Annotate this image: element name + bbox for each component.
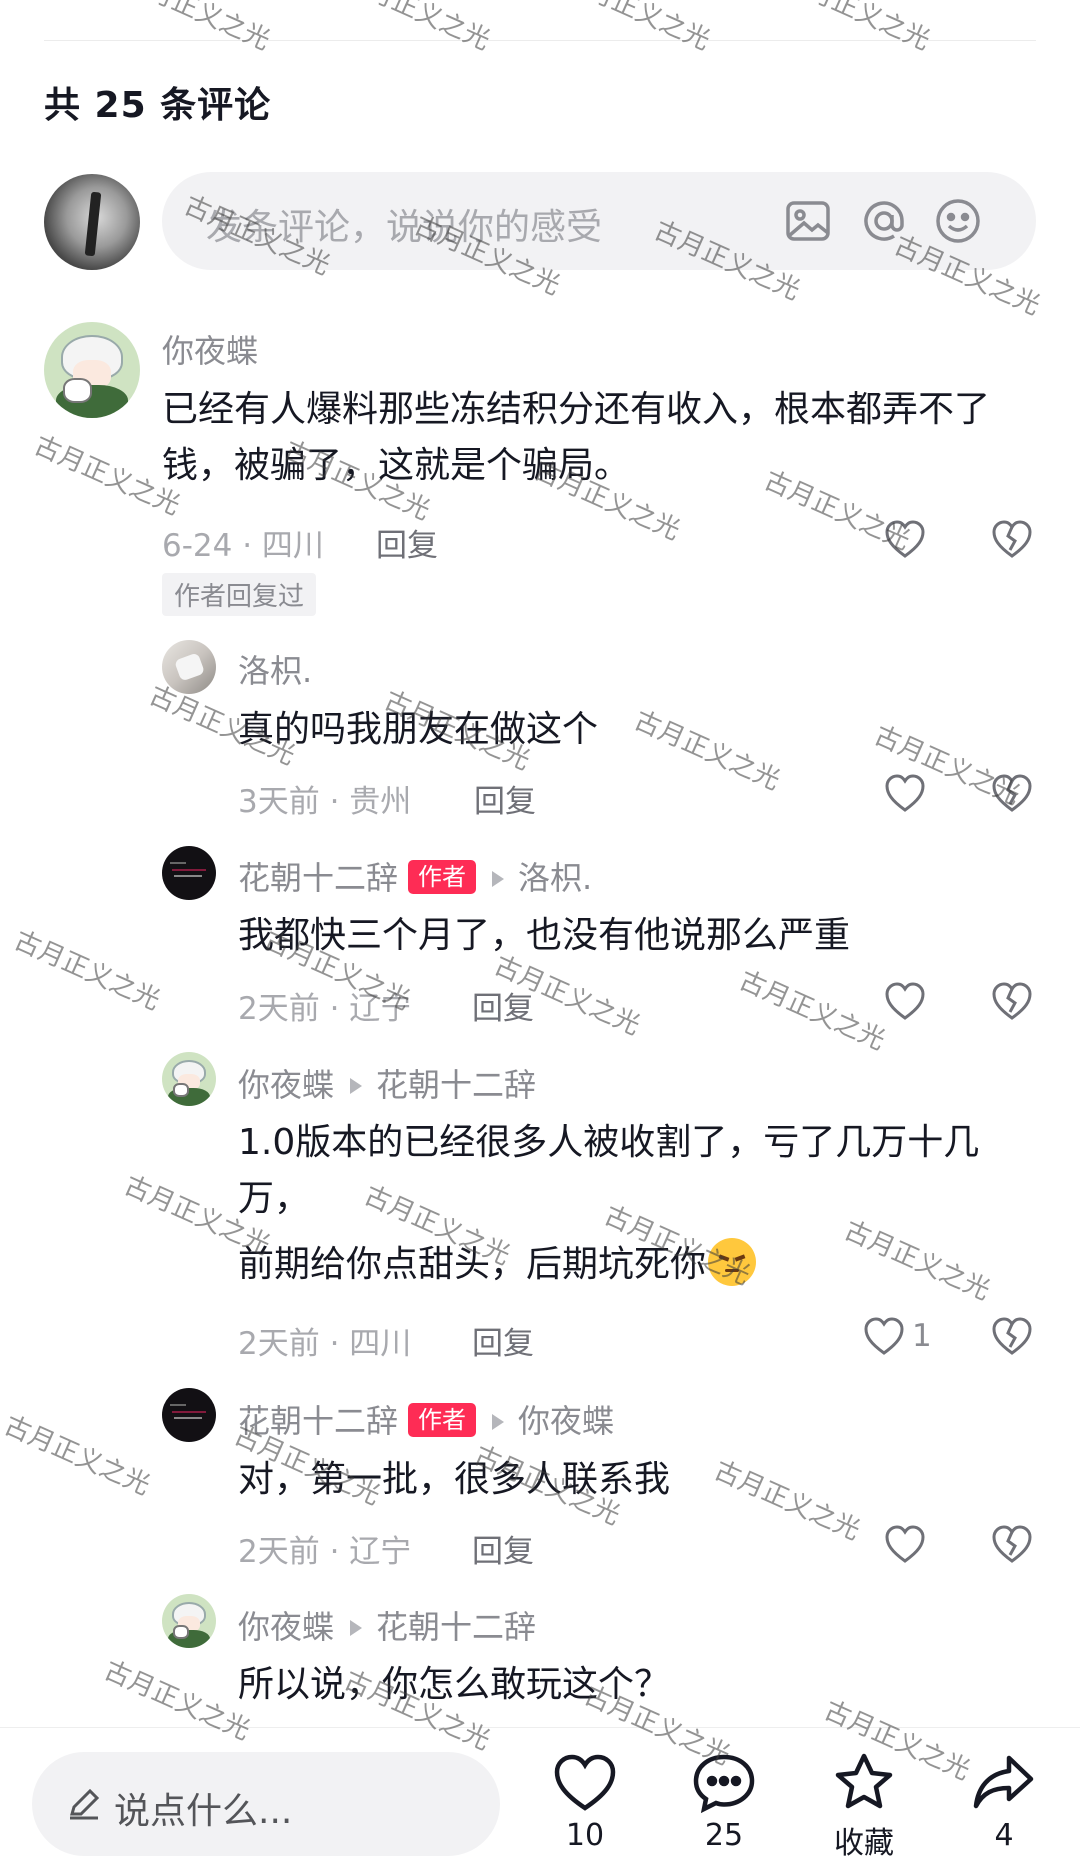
reply-to-username[interactable]: 花朝十二辞 [376,1066,536,1104]
reply-meta: 2天前 · 四川 [238,1326,412,1362]
reply-text: 对，第一批，很多人联系我 [238,1459,671,1500]
user-avatar[interactable] [162,1388,216,1442]
angry-face-emoji-icon [708,1238,757,1286]
user-avatar[interactable] [162,846,216,900]
favorite-label: 收藏 [834,1826,894,1861]
mention-icon[interactable] [858,195,910,247]
comment-input-placeholder: 发条评论，说说你的感受 [206,207,603,248]
reply-username-line: 你夜蝶 花朝十二辞 [238,1602,536,1648]
reply-button[interactable]: 回复 [472,1318,534,1363]
reply-button[interactable]: 回复 [472,1526,534,1571]
reply-to-username[interactable]: 花朝十二辞 [376,1608,536,1646]
dislike-broken-heart-icon[interactable] [990,518,1034,560]
reply-text-segment: 前期给你点甜头，后期坑死你 [238,1244,707,1285]
comment-text: 已经有人爆料那些冻结积分还有收入，根本都弄不了钱，被骗了，这就是个骗局。 [162,389,991,486]
reply-to-username[interactable]: 你夜蝶 [518,1402,614,1440]
favorite-action[interactable]: 收藏 [814,1752,914,1862]
like-count: 1 [912,1318,932,1354]
like-heart-icon[interactable] [883,1523,927,1565]
user-avatar[interactable] [44,322,140,418]
like-heart-icon[interactable] [883,518,927,560]
watermark: 古月正义之光 [0,1410,155,1502]
comment-input[interactable]: 发条评论，说说你的感受 [162,172,1036,270]
comment-count: 25 [704,1818,744,1853]
reply-meta: 3天前 · 贵州 [238,784,412,820]
star-icon [835,1753,893,1809]
pencil-icon [70,1788,100,1820]
like-heart-icon[interactable] [883,980,927,1022]
dislike-broken-heart-icon[interactable] [990,1315,1034,1357]
reply-username-line: 花朝十二辞 作者 洛枳. [238,853,592,899]
reply-to-arrow-icon [492,1413,505,1430]
comment-count-title: 共 25 条评论 [44,85,272,126]
like-heart-icon[interactable] [883,772,927,814]
reply-text: 1.0版本的已经很多人被收割了，亏了几万十几 万， 前期给你点甜头，后期坑死你 [238,1115,1058,1293]
reply-text-line: 1.0版本的已经很多人被收割了，亏了几万十几 [238,1122,980,1163]
reply-username[interactable]: 花朝十二辞 [238,859,398,897]
comment-username[interactable]: 你夜蝶 [162,326,258,372]
heart-icon [554,1754,616,1811]
reply-button[interactable]: 回复 [472,983,534,1028]
reply-username-line: 花朝十二辞 作者 你夜蝶 [238,1396,614,1442]
reply-username[interactable]: 花朝十二辞 [238,1402,398,1440]
reply-username[interactable]: 你夜蝶 [238,1066,334,1104]
reply-text: 真的吗我朋友在做这个 [238,709,599,750]
watermark: 古月正义之光 [779,0,935,57]
reply-text-line: 前期给你点甜头，后期坑死你 [238,1237,1058,1293]
watermark: 古月正义之光 [119,0,275,57]
reply-text: 所以说，你怎么敢玩这个？ [238,1664,671,1705]
reply-to-arrow-icon [350,1077,363,1094]
dislike-broken-heart-icon[interactable] [990,1523,1034,1565]
reply-button[interactable]: 回复 [376,520,438,565]
like-action[interactable]: 10 [535,1752,635,1853]
author-badge: 作者 [408,1403,477,1437]
top-divider [44,40,1036,41]
comment-bubble-icon [693,1754,755,1814]
user-avatar[interactable] [162,1594,216,1648]
reply-button[interactable]: 回复 [474,776,536,821]
user-avatar[interactable] [162,1052,216,1106]
reply-to-arrow-icon [492,870,505,887]
comment-action[interactable]: 25 [674,1752,774,1853]
watermark: 古月正义之光 [339,0,495,57]
watermark: 古月正义之光 [734,965,890,1057]
share-count: 4 [994,1818,1014,1853]
bottom-comment-input[interactable]: 说点什么... [32,1752,500,1856]
watermark: 古月正义之光 [559,0,715,57]
dislike-broken-heart-icon[interactable] [990,772,1034,814]
like-heart-icon[interactable] [862,1315,906,1357]
reply-meta: 2天前 · 辽宁 [238,991,412,1027]
reply-text-line: 万， [238,1178,311,1219]
like-count: 10 [565,1818,605,1853]
my-avatar[interactable] [44,174,140,270]
reply-username[interactable]: 你夜蝶 [238,1608,334,1646]
dislike-broken-heart-icon[interactable] [990,980,1034,1022]
reply-username-line: 你夜蝶 花朝十二辞 [238,1060,536,1106]
reply-to-arrow-icon [350,1619,363,1636]
reply-username[interactable]: 洛枳. [238,646,312,692]
reply-to-username[interactable]: 洛枳. [518,859,592,897]
author-replied-tag: 作者回复过 [162,573,317,616]
reply-meta: 2天前 · 辽宁 [238,1534,412,1570]
image-icon[interactable] [782,195,834,247]
share-action[interactable]: 4 [954,1752,1054,1853]
bottom-input-placeholder: 说点什么... [114,1791,293,1832]
user-avatar[interactable] [162,640,216,694]
comment-meta: 6-24 · 四川 [162,528,324,564]
emoji-icon[interactable] [932,195,984,247]
reply-text: 我都快三个月了，也没有他说那么严重 [238,915,851,956]
watermark: 古月正义之光 [9,925,165,1017]
author-badge: 作者 [408,860,477,894]
share-arrow-icon [973,1755,1034,1809]
